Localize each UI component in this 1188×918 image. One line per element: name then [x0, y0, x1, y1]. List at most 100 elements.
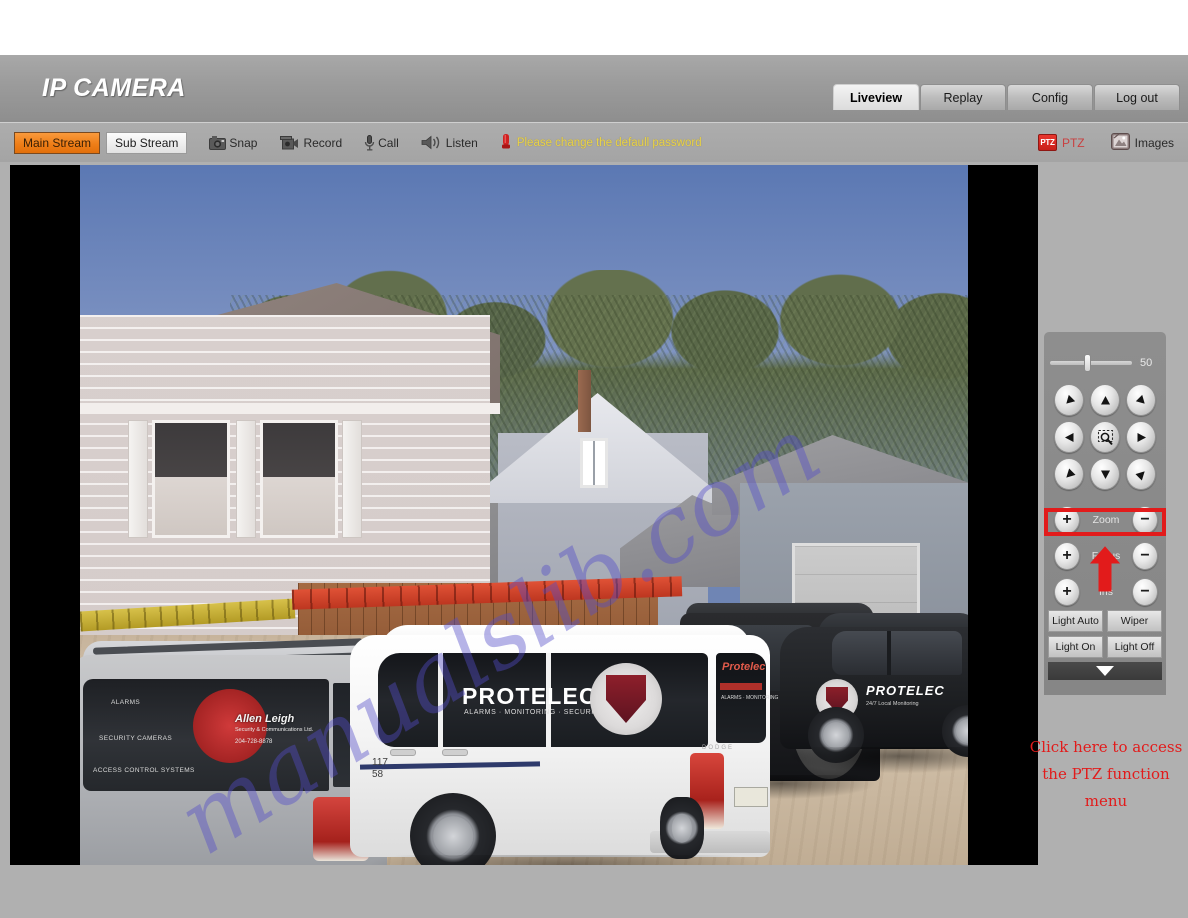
scene-curtain-2: [263, 476, 335, 535]
ptz-label: PTZ: [1061, 135, 1085, 150]
ptz-direction-pad: [1054, 384, 1158, 490]
arrow-up-right-icon: [1135, 394, 1145, 404]
stream-toolbar: Main Stream Sub Stream Snap Record Call …: [0, 123, 1188, 162]
silver-van-logo-circle: [193, 689, 267, 763]
white-van-rear-window: Protelec ALARMS · MONITORING: [716, 653, 778, 743]
white-van-rear-bar: [720, 683, 762, 690]
annotation-line-3: menu: [1084, 792, 1128, 810]
arrow-up-icon: [1100, 395, 1110, 404]
white-van-wheel-rear: [660, 797, 704, 859]
listen-button[interactable]: Listen: [421, 135, 478, 150]
live-video-feed[interactable]: PROTELEC 24/7 Local Monitoring Allen Lei…: [80, 165, 968, 865]
zoom-label: Zoom: [1092, 514, 1120, 526]
ptz-down-right-button[interactable]: [1126, 458, 1156, 490]
tab-config[interactable]: Config: [1007, 84, 1093, 110]
white-van-shield-logo: [590, 663, 662, 735]
right-toolbar: PTZ PTZ Images: [1037, 123, 1174, 162]
scene-black-suv: PROTELEC 24/7 Local Monitoring: [780, 597, 968, 797]
snap-button[interactable]: Snap: [209, 135, 257, 150]
scene-shutter-right: [342, 420, 362, 538]
arrow-up-left-icon: [1065, 394, 1075, 404]
annotation-arrow: [1089, 546, 1121, 592]
ptz-up-button[interactable]: [1090, 384, 1120, 416]
white-van-license-plate: [734, 787, 768, 807]
ptz-speed-slider[interactable]: [1050, 354, 1132, 372]
tab-logout[interactable]: Log out: [1094, 84, 1180, 110]
ip-camera-page: IP CAMERA Liveview Replay Config Log out…: [0, 0, 1188, 918]
page-header: IP CAMERA Liveview Replay Config Log out: [0, 55, 1188, 123]
call-button[interactable]: Call: [364, 134, 399, 151]
call-label: Call: [378, 135, 399, 150]
zoom-area-icon: [1097, 429, 1113, 445]
record-icon: [279, 135, 300, 150]
ptz-menu-expand-bar[interactable]: [1048, 662, 1162, 680]
iris-close-button[interactable]: −: [1132, 578, 1158, 606]
microphone-icon: [364, 134, 375, 151]
white-van-door-numbers: 117 58: [372, 757, 388, 781]
record-label: Record: [303, 135, 343, 150]
silver-van-logo-sub: Security & Communications Ltd.: [235, 727, 314, 733]
silver-van-logo-phone: 204-728-8878: [235, 739, 273, 745]
images-button[interactable]: Images: [1110, 132, 1174, 153]
camera-icon: [209, 135, 227, 150]
zoom-in-button[interactable]: +: [1054, 506, 1080, 534]
main-stream-button[interactable]: Main Stream: [14, 131, 101, 154]
suv-brand-text: PROTELEC: [866, 683, 945, 698]
images-label: Images: [1134, 135, 1174, 150]
ptz-down-button[interactable]: [1090, 458, 1120, 490]
scene-window-2: [260, 420, 338, 538]
ptz-left-button[interactable]: [1054, 421, 1084, 453]
ptz-icon: PTZ: [1037, 134, 1057, 151]
scene-gable-window: [580, 438, 608, 488]
light-off-button[interactable]: Light Off: [1107, 636, 1162, 658]
white-van-door-handle-2: [442, 749, 468, 756]
silver-van-decal-2: SECURITY CAMERAS: [99, 735, 173, 742]
light-on-button[interactable]: Light On: [1048, 636, 1103, 658]
scene-silver-minivan: Allen Leigh Security & Communications Lt…: [80, 627, 387, 865]
warning-text: Please change the defaull password: [516, 136, 702, 149]
sub-stream-button[interactable]: Sub Stream: [106, 131, 188, 154]
white-van-rear-sub: ALARMS · MONITORING: [721, 695, 779, 701]
annotation-text: Click here to access the PTZ function me…: [1026, 734, 1186, 815]
password-warning: Please change the defaull password: [500, 133, 702, 153]
alert-icon: [500, 133, 512, 153]
ptz-speed-slider-thumb[interactable]: [1084, 354, 1092, 372]
arrow-right-icon: [1137, 432, 1146, 442]
white-van-rear-brand: Protelec: [722, 661, 766, 673]
ptz-zoom-area-button[interactable]: [1090, 421, 1120, 453]
ptz-control-panel: 50 + Zoom − + − + Iris − Light Auto Wipe…: [1044, 332, 1166, 695]
ptz-down-left-button[interactable]: [1054, 458, 1084, 490]
ptz-speed-row: 50: [1050, 354, 1162, 372]
scene-chimney: [578, 370, 591, 432]
zoom-out-button[interactable]: −: [1132, 506, 1158, 534]
light-auto-button[interactable]: Light Auto: [1048, 610, 1103, 632]
arrow-up-annotation-icon: [1089, 546, 1121, 592]
speaker-icon: [421, 135, 443, 150]
chevron-down-icon: [1096, 666, 1114, 676]
arrow-down-left-icon: [1065, 467, 1076, 478]
app-title: IP CAMERA: [42, 74, 186, 102]
scene-white-protelec-van: PROTELEC ALARMS · MONITORING · SECURITY …: [350, 605, 778, 865]
suv-shadow: [788, 747, 968, 773]
tab-liveview[interactable]: Liveview: [833, 84, 919, 110]
focus-near-button[interactable]: +: [1054, 542, 1080, 570]
focus-far-button[interactable]: −: [1132, 542, 1158, 570]
white-van-shadow: [370, 855, 760, 865]
scene-house-left-fascia: [80, 403, 500, 414]
ptz-up-right-button[interactable]: [1126, 384, 1156, 416]
video-stage[interactable]: PROTELEC 24/7 Local Monitoring Allen Lei…: [10, 165, 1038, 865]
scene-window-1: [152, 420, 230, 538]
suv-brand-subtext: 24/7 Local Monitoring: [866, 701, 919, 707]
arrow-left-icon: [1064, 432, 1073, 442]
scene-shutter-left: [128, 420, 148, 538]
wiper-button[interactable]: Wiper: [1107, 610, 1162, 632]
white-van-door-handle-1: [390, 749, 416, 756]
listen-label: Listen: [445, 135, 478, 150]
record-button[interactable]: Record: [279, 135, 342, 150]
ptz-right-button[interactable]: [1126, 421, 1156, 453]
ptz-up-left-button[interactable]: [1054, 384, 1084, 416]
scene-curtain-1: [155, 476, 227, 535]
iris-open-button[interactable]: +: [1054, 578, 1080, 606]
tab-replay[interactable]: Replay: [920, 84, 1006, 110]
ptz-toggle-button[interactable]: PTZ PTZ: [1037, 134, 1085, 151]
